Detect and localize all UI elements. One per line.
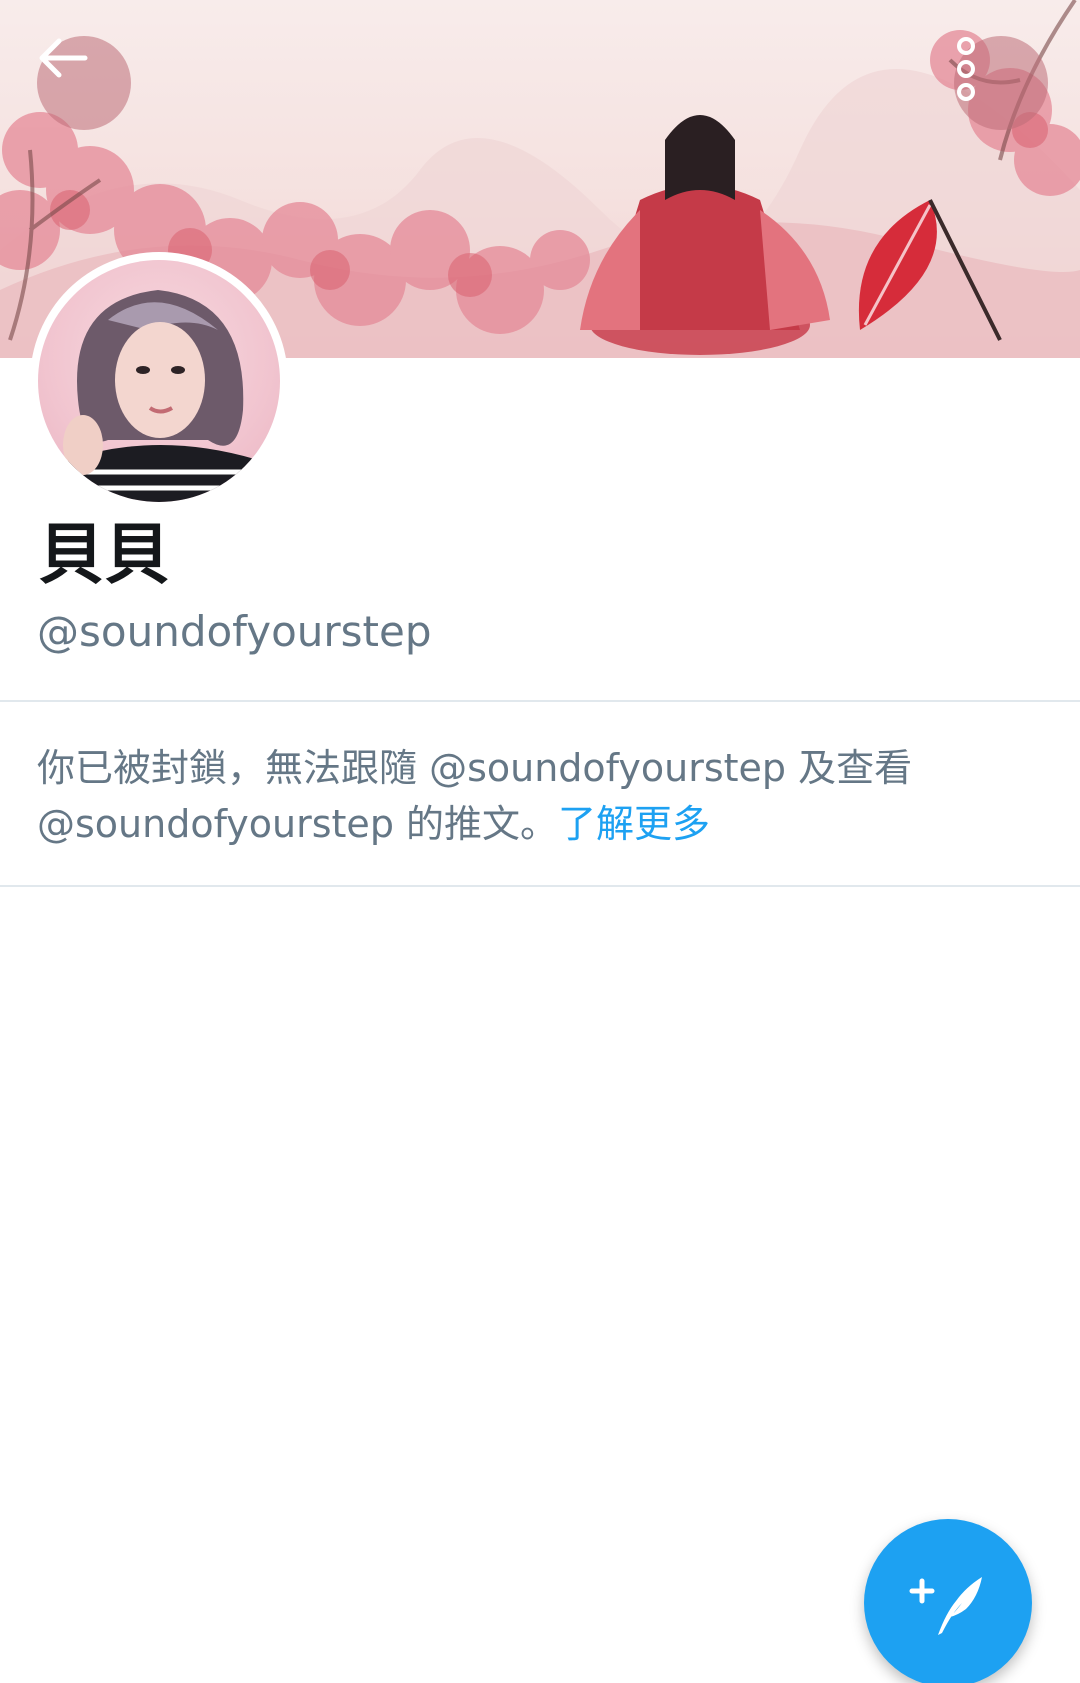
divider <box>0 885 1080 887</box>
learn-more-link[interactable]: 了解更多 <box>558 802 710 846</box>
compose-tweet-button[interactable] <box>864 1519 1032 1683</box>
avatar-photo <box>38 260 280 502</box>
blocked-notice-text: 你已被封鎖，無法跟隨 @soundofyourstep 及查看 @soundof… <box>37 746 913 846</box>
back-button[interactable] <box>37 36 131 130</box>
divider <box>0 700 1080 702</box>
profile-handle: @soundofyourstep <box>37 607 432 656</box>
display-name: 貝貝 <box>38 516 170 593</box>
compose-tweet-icon <box>909 1577 982 1635</box>
profile-page: 貝貝 @soundofyourstep 你已被封鎖，無法跟隨 @soundofy… <box>0 0 1080 1683</box>
arrow-left-icon <box>39 38 88 78</box>
more-options-button[interactable] <box>954 36 1048 130</box>
blocked-notice: 你已被封鎖，無法跟隨 @soundofyourstep 及查看 @soundof… <box>37 740 1037 852</box>
more-vertical-icon <box>957 37 975 101</box>
avatar[interactable] <box>30 252 288 510</box>
